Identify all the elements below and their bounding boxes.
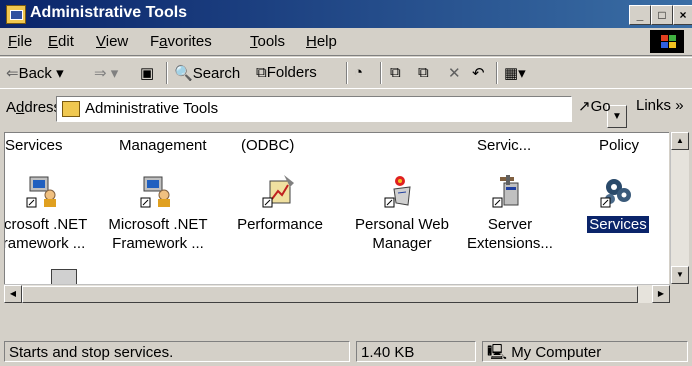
web-manager-icon [384,173,420,209]
menu-help[interactable]: Help [306,33,337,50]
go-arrow-icon: ↗ [578,98,591,115]
menu-edit[interactable]: Edit [48,33,74,50]
item-performance[interactable]: Performance [227,173,333,234]
status-bar: Starts and stop services. 1.40 KB 🖳 My C… [0,337,692,366]
menu-view[interactable]: View [96,33,128,50]
horizontal-scrollbar[interactable]: ◀ ▶ [4,284,670,303]
folder-icon [62,101,80,117]
back-button[interactable]: ⇐Back ▾ [6,64,64,82]
toolbar: ⇐Back ▾ ⇒ ▾ ▣ 🔍Search ⧉Folders ◔ ⧉ ⧉ ✕ ↶… [0,57,692,89]
scroll-right-icon[interactable]: ▶ [652,285,670,303]
delete-icon[interactable]: ✕ [448,64,461,82]
undo-icon[interactable]: ↶ [472,64,485,82]
item-label: Server Extensions... [467,216,553,252]
item-personal-web-manager[interactable]: Personal Web Manager [349,173,455,253]
file-view[interactable]: Services Management (ODBC) Servic... Pol… [4,132,669,285]
item-label-partial[interactable]: Servic... [477,137,531,154]
computer-icon [51,269,77,285]
close-button[interactable]: × [673,5,692,25]
item-label: Personal Web Manager [355,216,449,252]
scroll-up-icon[interactable]: ▲ [671,132,689,150]
item-label: Microsoft .NET Framework ... [108,216,208,252]
my-computer-icon: 🖳 [487,344,512,361]
item-label: icrosoft .NET ramework ... [4,216,88,252]
go-button[interactable]: ↗Go [578,97,611,115]
toolbar-separator [380,62,382,84]
scroll-down-icon[interactable]: ▼ [671,266,689,284]
toolbar-separator [496,62,498,84]
menu-bar: File Edit View Favorites Tools Help [0,29,692,56]
menu-favorites[interactable]: Favorites [150,33,212,50]
links-button[interactable]: Links » [636,97,684,114]
item-label-partial[interactable]: Management [119,137,207,154]
search-icon: 🔍 [174,65,193,82]
back-arrow-icon: ⇐ [6,65,19,82]
status-size: 1.40 KB [356,341,476,362]
scroll-left-icon[interactable]: ◀ [4,285,22,303]
menu-file[interactable]: File [8,33,32,50]
folders-button[interactable]: ⧉Folders [256,64,317,81]
users-computer-icon [140,173,176,209]
item-microsoft-net-framework-2[interactable]: Microsoft .NET Framework ... [105,173,211,253]
address-bar: Address Administrative Tools ▼ ↗Go Links… [0,88,692,129]
item-label-selected: Services [587,216,649,233]
views-icon[interactable]: ▦▾ [504,64,526,82]
address-input[interactable]: Administrative Tools ▼ [56,96,627,128]
item-services[interactable]: Services [565,173,669,234]
search-button[interactable]: 🔍Search [174,64,240,82]
item-label-partial[interactable]: Policy [599,137,639,154]
folders-icon: ⧉ [256,64,267,81]
window-title: Administrative Tools [30,4,188,21]
status-message: Starts and stop services. [4,341,350,362]
history-icon[interactable]: ◔ [354,64,363,81]
services-gears-icon [600,173,636,209]
item-label-partial[interactable]: Services [5,137,63,154]
scroll-corner [670,284,688,303]
item-microsoft-net-framework-1[interactable]: icrosoft .NET ramework ... [4,173,97,253]
item-label-partial[interactable]: (ODBC) [241,137,294,154]
forward-arrow-icon: ⇒ [94,65,107,82]
status-zone: 🖳 My Computer [482,341,688,362]
server-extensions-icon [492,173,528,209]
performance-icon [262,173,298,209]
copy-to-icon[interactable]: ⧉ [418,64,429,81]
folder-icon [6,5,26,24]
move-to-icon[interactable]: ⧉ [390,64,401,81]
users-computer-icon [26,173,62,209]
vertical-scrollbar[interactable]: ▲ ▼ [670,132,689,284]
menu-tools[interactable]: Tools [250,33,285,50]
toolbar-separator [346,62,348,84]
item-server-extensions[interactable]: Server Extensions... [457,173,563,253]
forward-button[interactable]: ⇒ ▾ [94,64,118,82]
windows-logo-icon [650,30,684,53]
scroll-thumb[interactable] [22,286,638,303]
address-label: Address [6,99,62,116]
maximize-button[interactable]: □ [651,5,673,25]
address-value: Administrative Tools [85,100,219,117]
title-bar[interactable]: Administrative Tools _ □ × [0,0,692,28]
up-folder-icon[interactable]: ▣ [140,64,154,82]
item-label: Performance [237,216,323,233]
minimize-button[interactable]: _ [629,5,651,25]
toolbar-separator [166,62,168,84]
